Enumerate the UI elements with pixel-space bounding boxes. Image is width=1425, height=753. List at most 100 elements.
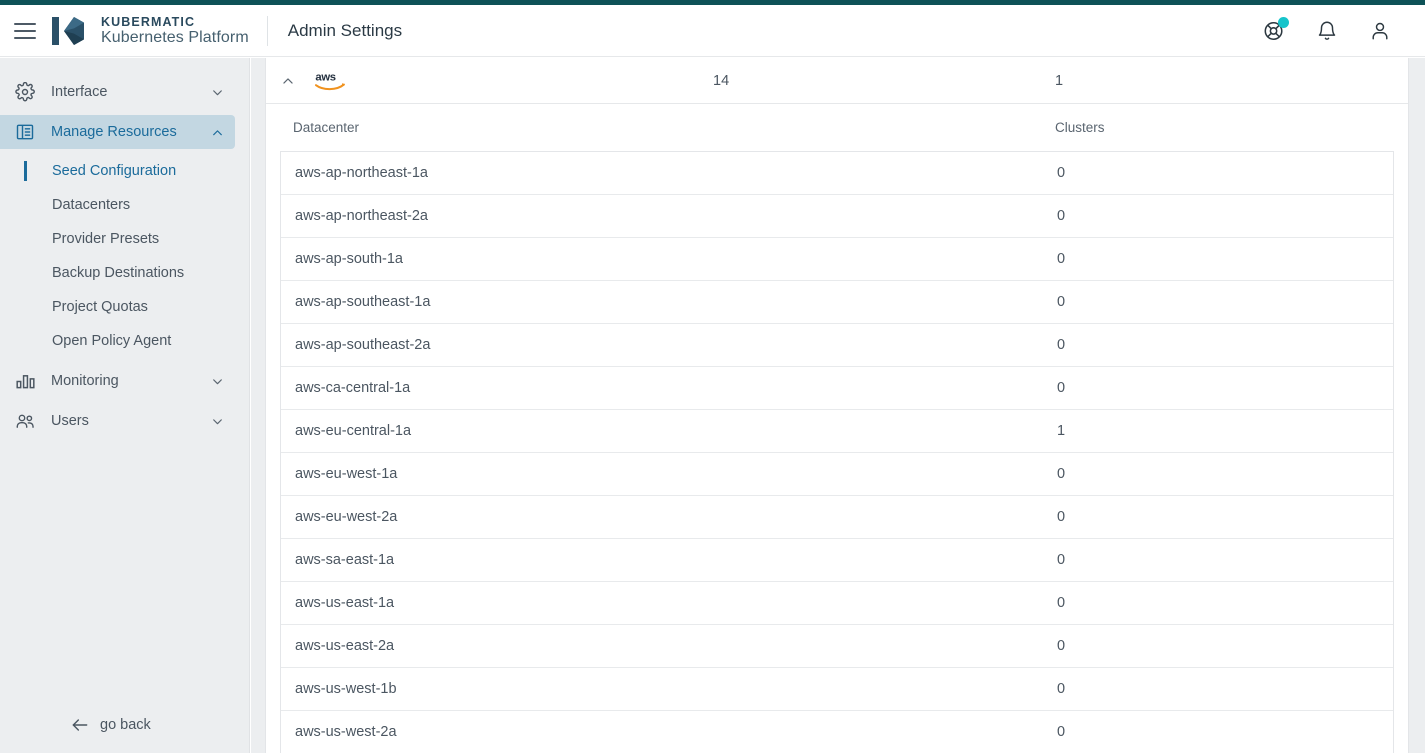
datacenter-name: aws-sa-east-1a (295, 552, 394, 568)
sidebar-subitem-label: Project Quotas (52, 299, 148, 315)
datacenter-cluster-count: 0 (1057, 294, 1065, 310)
app-root: KUBERMATIC Kubernetes Platform Admin Set… (0, 0, 1425, 753)
datacenter-cluster-count: 0 (1057, 251, 1065, 267)
sidebar-item-project-quotas[interactable]: Project Quotas (0, 290, 249, 324)
arrow-left-icon (70, 715, 90, 735)
gear-icon (12, 81, 38, 103)
datacenter-name: aws-us-east-2a (295, 638, 394, 654)
sidebar-nav: Interface (0, 58, 249, 438)
table-row[interactable]: aws-ap-northeast-2a 0 (281, 195, 1393, 238)
sidebar-subitem-label: Open Policy Agent (52, 333, 171, 349)
datacenter-cluster-count: 0 (1057, 595, 1065, 611)
sidebar-item-manage-resources[interactable]: Manage Resources (0, 115, 235, 149)
notifications-bell-icon[interactable] (1314, 18, 1340, 44)
help-icon[interactable] (1261, 18, 1287, 44)
table-row[interactable]: aws-us-west-2a 0 (281, 711, 1393, 753)
provider-cluster-count: 1 (1055, 73, 1063, 89)
sidebar-item-monitoring[interactable]: Monitoring (0, 364, 235, 398)
table-row[interactable]: aws-eu-central-1a 1 (281, 410, 1393, 453)
datacenter-name: aws-ca-central-1a (295, 380, 410, 396)
brand-text: KUBERMATIC Kubernetes Platform (101, 15, 249, 47)
table-row[interactable]: aws-ap-northeast-1a 0 (281, 152, 1393, 195)
sidebar-subnav-manage-resources: Seed Configuration Datacenters Provider … (0, 154, 249, 358)
bar-chart-icon (12, 370, 38, 392)
sidebar-subitem-label: Datacenters (52, 197, 130, 213)
provider-row-aws[interactable]: aws 14 1 (266, 58, 1408, 104)
datacenter-cluster-count: 0 (1057, 724, 1065, 740)
datacenter-cluster-count: 0 (1057, 681, 1065, 697)
sidebar-item-label: Users (51, 413, 89, 429)
table-row[interactable]: aws-ap-south-1a 0 (281, 238, 1393, 281)
help-notification-badge (1278, 17, 1289, 28)
brand-name-secondary: Kubernetes Platform (101, 29, 249, 47)
table-row[interactable]: aws-ap-southeast-2a 0 (281, 324, 1393, 367)
table-row[interactable]: aws-us-east-1a 0 (281, 582, 1393, 625)
datacenter-name: aws-us-west-2a (295, 724, 397, 740)
sidebar-item-users[interactable]: Users (0, 404, 235, 438)
sidebar-item-interface[interactable]: Interface (0, 75, 235, 109)
kubermatic-logo-icon (52, 15, 90, 47)
sidebar-subitem-label: Backup Destinations (52, 265, 184, 281)
sidebar-item-label: Interface (51, 84, 107, 100)
sidebar-item-backup-destinations[interactable]: Backup Destinations (0, 256, 249, 290)
brand-name-primary: KUBERMATIC (101, 15, 249, 29)
sidebar-item-provider-presets[interactable]: Provider Presets (0, 222, 249, 256)
datacenter-name: aws-ap-southeast-2a (295, 337, 430, 353)
datacenter-table: aws-ap-northeast-1a 0 aws-ap-northeast-2… (280, 151, 1394, 753)
datacenter-name: aws-eu-west-2a (295, 509, 397, 525)
chevron-down-icon (211, 375, 224, 388)
datacenter-cluster-count: 0 (1057, 380, 1065, 396)
sidebar: Interface (0, 58, 250, 753)
datacenter-name: aws-ap-northeast-1a (295, 165, 428, 181)
hamburger-menu-icon[interactable] (14, 23, 36, 39)
datacenter-cluster-count: 0 (1057, 552, 1065, 568)
seed-configuration-card: aws 14 1 Datacenter Clusters aws-ap-nort… (265, 58, 1409, 753)
go-back-button[interactable]: go back (0, 697, 250, 753)
sidebar-item-seed-configuration[interactable]: Seed Configuration (0, 154, 249, 188)
list-panel-icon (12, 121, 38, 143)
page-title: Admin Settings (288, 21, 402, 41)
datacenter-cluster-count: 0 (1057, 337, 1065, 353)
datacenter-cluster-count: 1 (1057, 423, 1065, 439)
aws-logo-icon: aws (305, 68, 425, 94)
svg-text:aws: aws (315, 71, 335, 83)
table-row[interactable]: aws-eu-west-1a 0 (281, 453, 1393, 496)
sidebar-item-datacenters[interactable]: Datacenters (0, 188, 249, 222)
datacenter-name: aws-ap-south-1a (295, 251, 403, 267)
table-header: Datacenter Clusters (266, 104, 1408, 151)
chevron-down-icon (211, 415, 224, 428)
sidebar-subitem-label: Provider Presets (52, 231, 159, 247)
sidebar-subitem-label: Seed Configuration (52, 163, 176, 179)
brand-logo[interactable]: KUBERMATIC Kubernetes Platform (52, 15, 249, 47)
table-row[interactable]: aws-eu-west-2a 0 (281, 496, 1393, 539)
chevron-up-icon[interactable] (271, 74, 305, 88)
header-actions (1261, 18, 1393, 44)
table-row[interactable]: aws-ap-southeast-1a 0 (281, 281, 1393, 324)
sidebar-item-label: Manage Resources (51, 124, 177, 140)
header-divider (267, 16, 268, 46)
chevron-up-icon (211, 126, 224, 139)
datacenter-name: aws-eu-west-1a (295, 466, 397, 482)
table-row[interactable]: aws-ca-central-1a 0 (281, 367, 1393, 410)
datacenter-cluster-count: 0 (1057, 466, 1065, 482)
provider-datacenter-count: 14 (713, 73, 729, 89)
datacenter-cluster-count: 0 (1057, 509, 1065, 525)
datacenter-name: aws-ap-northeast-2a (295, 208, 428, 224)
go-back-label: go back (100, 717, 151, 733)
datacenter-name: aws-eu-central-1a (295, 423, 411, 439)
table-row[interactable]: aws-sa-east-1a 0 (281, 539, 1393, 582)
datacenter-name: aws-us-west-1b (295, 681, 397, 697)
datacenter-name: aws-ap-southeast-1a (295, 294, 430, 310)
datacenter-name: aws-us-east-1a (295, 595, 394, 611)
user-account-icon[interactable] (1367, 18, 1393, 44)
column-header-datacenter: Datacenter (293, 120, 359, 135)
table-row[interactable]: aws-us-east-2a 0 (281, 625, 1393, 668)
main-content: aws 14 1 Datacenter Clusters aws-ap-nort… (251, 58, 1425, 753)
datacenter-cluster-count: 0 (1057, 638, 1065, 654)
datacenter-cluster-count: 0 (1057, 165, 1065, 181)
app-header: KUBERMATIC Kubernetes Platform Admin Set… (0, 5, 1425, 57)
table-row[interactable]: aws-us-west-1b 0 (281, 668, 1393, 711)
sidebar-item-label: Monitoring (51, 373, 119, 389)
datacenter-cluster-count: 0 (1057, 208, 1065, 224)
sidebar-item-open-policy-agent[interactable]: Open Policy Agent (0, 324, 249, 358)
